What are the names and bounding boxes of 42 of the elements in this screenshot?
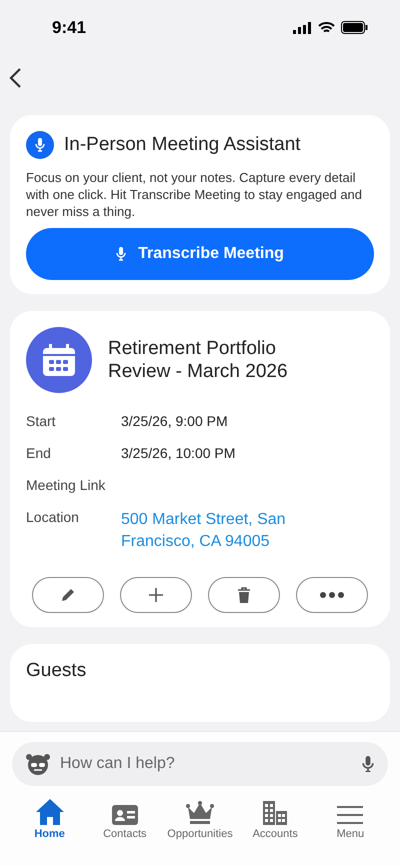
detail-value: 3/25/26, 9:00 PM	[121, 413, 228, 429]
section-title: Guests	[26, 660, 86, 681]
nav-tab[interactable]: Accounts	[238, 794, 313, 840]
microphone-icon	[35, 138, 45, 152]
transcribe-button[interactable]: Transcribe Meeting	[26, 228, 374, 280]
nav-tab[interactable]: Opportunities	[162, 794, 238, 840]
detail-label: Start	[26, 413, 57, 429]
buildings-icon	[263, 801, 288, 825]
menu-icon	[337, 805, 364, 825]
location-link[interactable]: 500 Market Street, San Francisco, CA 94005	[121, 509, 321, 553]
calendar-icon	[43, 344, 75, 376]
wifi-icon	[318, 22, 335, 34]
detail-value: 3/25/26, 10:00 PM	[121, 445, 236, 461]
more-icon	[320, 592, 344, 598]
nav-tab[interactable]: Contacts	[87, 794, 162, 840]
nav-tab[interactable]: Home	[12, 794, 88, 840]
status-time: 9:41	[52, 18, 86, 38]
card-title: In-Person Meeting Assistant	[64, 134, 301, 156]
nav-tab[interactable]: Menu	[312, 794, 388, 840]
robot-icon	[26, 753, 50, 775]
microphone-icon	[362, 756, 374, 772]
more-button[interactable]	[296, 577, 368, 613]
assistant-input[interactable]: How can I help?	[58, 754, 354, 774]
plus-icon	[148, 587, 164, 603]
contact-card-icon	[112, 805, 138, 825]
detail-label: End	[26, 445, 52, 461]
signal-icon	[293, 22, 312, 34]
crown-icon	[186, 801, 214, 825]
trash-icon	[237, 587, 251, 603]
battery-icon	[341, 21, 368, 34]
back-icon[interactable]	[8, 66, 22, 88]
edit-button[interactable]	[32, 577, 104, 613]
microphone-icon	[116, 247, 126, 261]
home-icon	[36, 799, 64, 825]
delete-button[interactable]	[208, 577, 280, 613]
search-field[interactable]: How can I help?	[12, 742, 388, 786]
pencil-icon	[60, 587, 76, 603]
add-button[interactable]	[120, 577, 192, 613]
card-description: Focus on your client, not your notes. Capture every detail with one click. Hit Transcribe Meeting to stay engaged and never miss a thing.	[26, 169, 364, 220]
detail-label: Meeting Link	[26, 477, 106, 493]
detail-label: Location	[26, 509, 80, 527]
meeting-title: Retirement Portfolio Review - March 2026	[108, 337, 289, 383]
